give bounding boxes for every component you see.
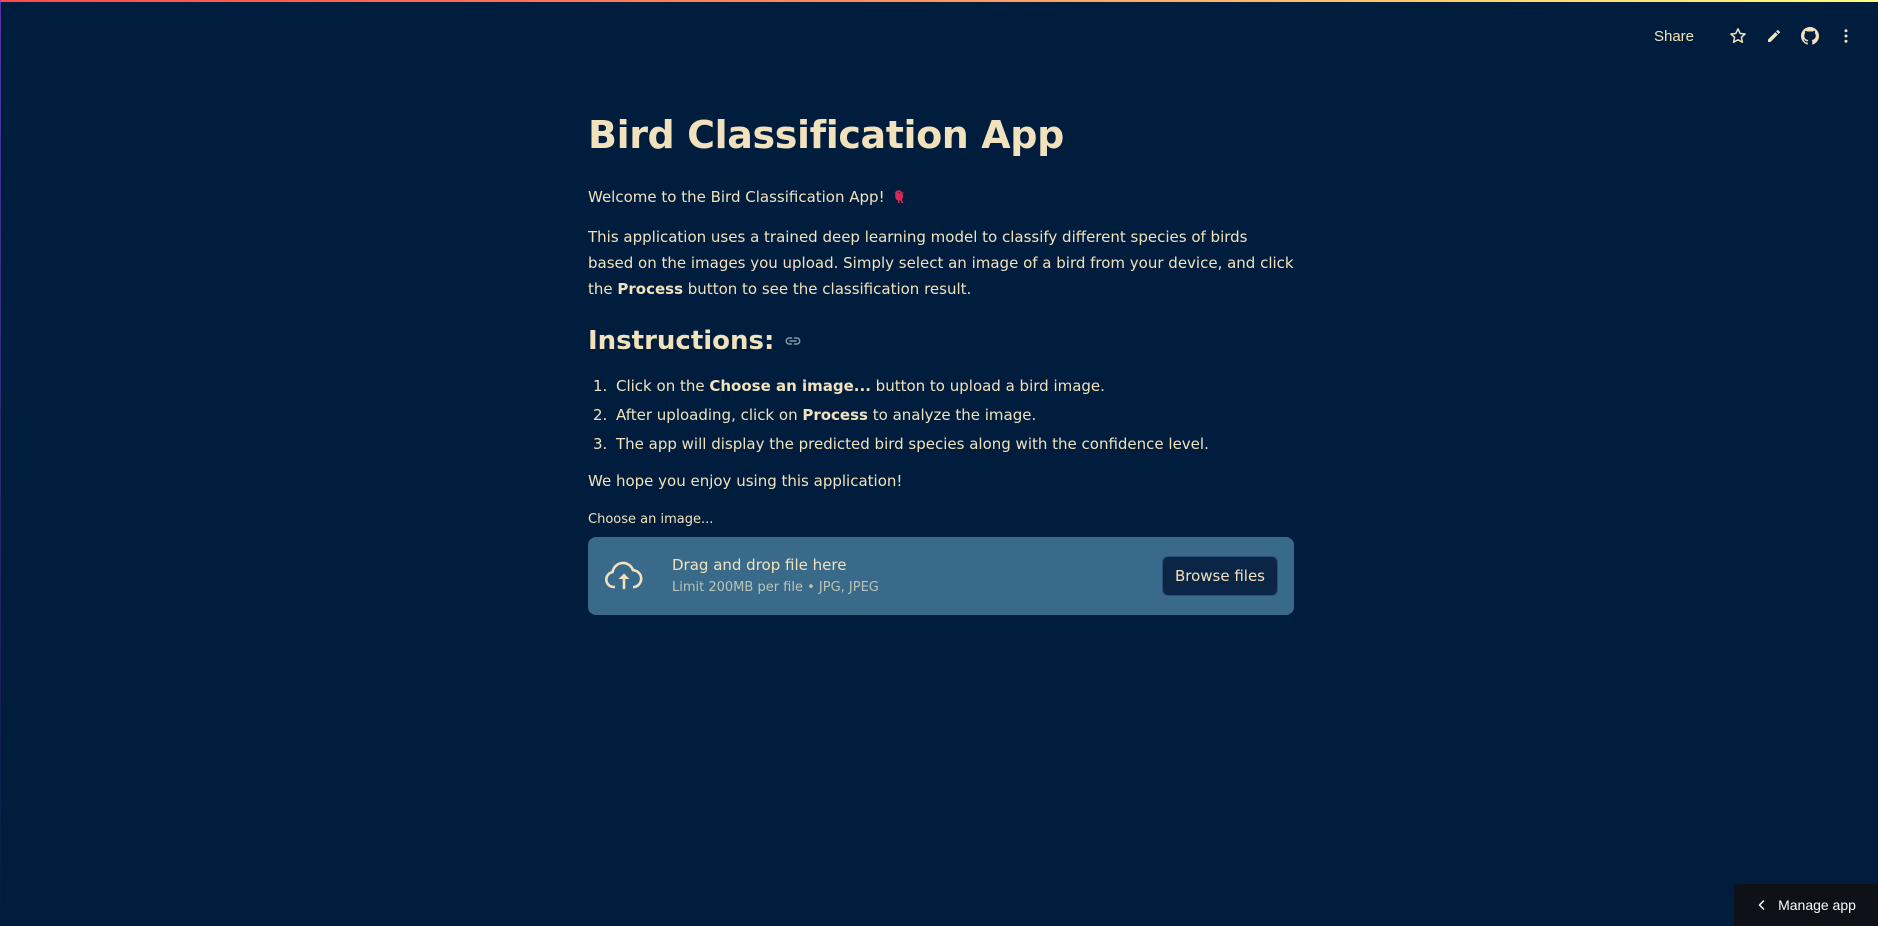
top-decoration-bar [0, 0, 1878, 2]
welcome-label: Welcome to the Bird Classification App! [588, 188, 885, 206]
outro-text: We hope you enjoy using this application… [588, 472, 903, 490]
main-content: Bird Classification App Welcome to the B… [588, 112, 1294, 615]
list-item-text: The app will display the predicted bird … [616, 431, 1209, 457]
star-icon[interactable] [1726, 24, 1750, 48]
about-paragraph: This application uses a trained deep lea… [588, 224, 1294, 302]
list-item-text-pre: The app will display the predicted bird … [616, 435, 1209, 453]
instructions-list: 1. Click on the Choose an image... butto… [588, 373, 1294, 457]
list-item-number: 2. [593, 406, 608, 424]
browse-files-button[interactable]: Browse files [1161, 556, 1278, 596]
anchor-link-icon[interactable] [784, 332, 802, 350]
list-item: 2. After uploading, click on Process to … [588, 402, 1294, 428]
list-item-text-pre: After uploading, click on [616, 406, 803, 424]
dropzone-title: Drag and drop file here [672, 556, 847, 574]
instructions-heading: Instructions: [588, 323, 1294, 359]
list-item-text-pre: Click on the [616, 377, 710, 395]
list-item: 3. The app will display the predicted bi… [588, 431, 1294, 457]
list-item-text: After uploading, click on Process to ana… [616, 402, 1036, 428]
page-title: Bird Classification App [588, 113, 1064, 157]
github-icon[interactable] [1798, 24, 1822, 48]
instructions-heading-label: Instructions: [588, 326, 775, 356]
list-item-text-post: to analyze the image. [867, 406, 1037, 424]
list-item-text-post: button to upload a bird image. [870, 377, 1105, 395]
list-item-text-bold: Choose an image... [709, 377, 871, 395]
uploader-label: Choose an image... [588, 512, 714, 527]
chevron-left-icon [1758, 900, 1765, 910]
about-process-bold: Process [617, 280, 684, 298]
list-item-text-bold: Process [802, 406, 868, 424]
bird-emoji-icon [893, 188, 911, 206]
left-edge-decoration [0, 0, 1, 926]
list-item-number: 1. [593, 377, 608, 395]
manage-app-label: Manage app [1778, 897, 1856, 913]
list-item-text: Click on the Choose an image... button t… [616, 373, 1105, 399]
dropzone-limit: Limit 200MB per file • JPG, JPEG [672, 580, 879, 595]
kebab-menu-icon[interactable] [1834, 24, 1858, 48]
share-button[interactable]: Share [1654, 28, 1694, 45]
manage-app-button[interactable]: Manage app [1734, 884, 1878, 926]
list-item: 1. Click on the Choose an image... butto… [588, 373, 1294, 399]
cloud-upload-icon [604, 556, 644, 596]
welcome-text: Welcome to the Bird Classification App! [588, 184, 1294, 210]
header-toolbar: Share [1654, 24, 1858, 48]
list-item-number: 3. [593, 435, 608, 453]
pencil-icon[interactable] [1762, 24, 1786, 48]
about-text-2: button to see the classification result. [683, 280, 972, 298]
dropzone-text: Drag and drop file here Limit 200MB per … [672, 554, 879, 598]
file-dropzone[interactable]: Drag and drop file here Limit 200MB per … [588, 537, 1294, 615]
